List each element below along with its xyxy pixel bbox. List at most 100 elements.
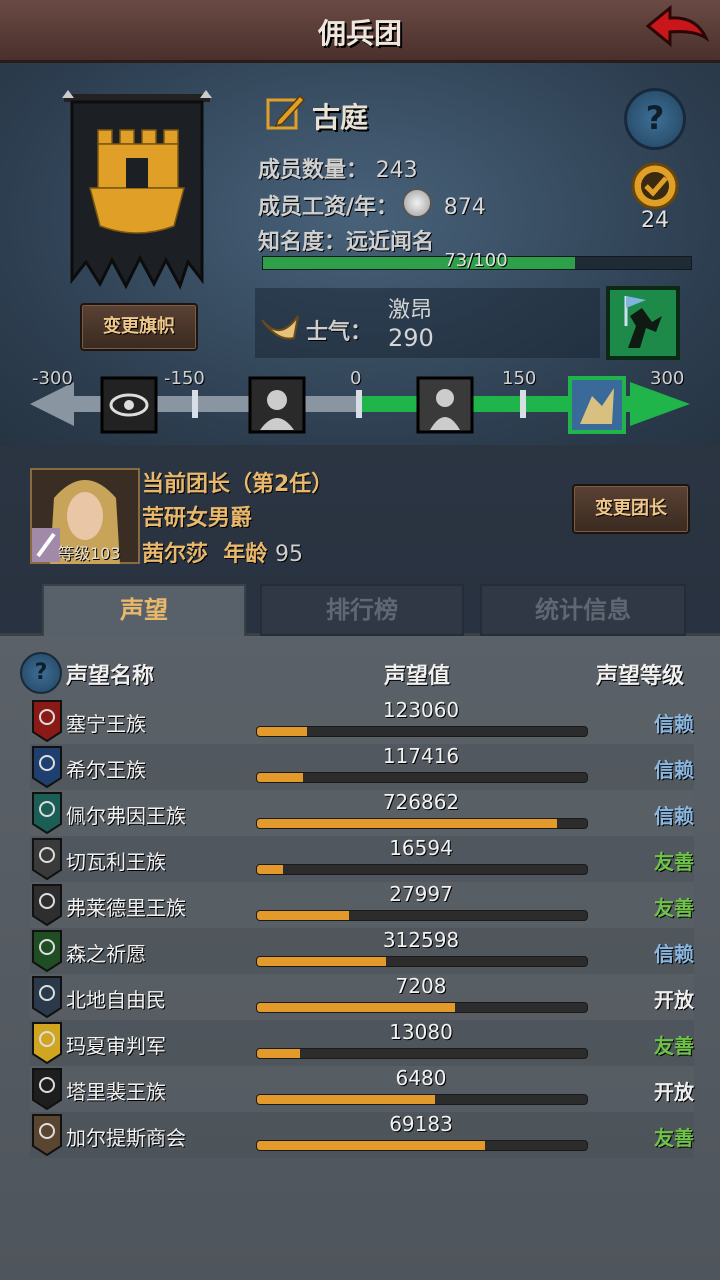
reputation-progress-fill xyxy=(257,957,386,966)
morale-tick-0: 0 xyxy=(350,368,362,389)
list-item[interactable]: 玛夏审判军 13080 友善 xyxy=(30,1020,694,1066)
members-row: 成员数量： 243 xyxy=(258,152,418,184)
reputation-progress-bar xyxy=(256,1140,588,1151)
reputation-progress-bar xyxy=(256,772,588,783)
reputation-progress-fill xyxy=(257,1049,300,1058)
list-item[interactable]: 切瓦利王族 16594 友善 xyxy=(30,836,694,882)
faction-name: 切瓦利王族 xyxy=(66,850,166,874)
reputation-progress-bar xyxy=(256,1094,588,1105)
faction-name: 希尔王族 xyxy=(66,758,146,782)
morale-calm-icon xyxy=(416,376,474,434)
reputation-level: 信赖 xyxy=(654,758,694,782)
list-item[interactable]: 弗莱德里王族 27997 友善 xyxy=(30,882,694,928)
reputation-level: 信赖 xyxy=(654,712,694,736)
reputation-value: 27997 xyxy=(389,882,453,906)
top-bar: 佣兵团 xyxy=(0,0,720,63)
leader-title: 当前团长（第2任） xyxy=(142,472,334,497)
wage-label: 成员工资/年： xyxy=(258,195,399,220)
faction-crest-icon xyxy=(32,838,62,880)
morale-excited-icon xyxy=(568,376,626,434)
leader-rank-title: 苦研女男爵 xyxy=(142,506,253,531)
page-title: 佣兵团 xyxy=(317,17,402,50)
leader-age-label: 年龄 xyxy=(223,542,268,567)
morale-tick-150: 150 xyxy=(502,368,537,389)
morale-despair-icon xyxy=(248,376,306,434)
tab-leaderboard[interactable]: 排行榜 xyxy=(260,584,464,636)
morale-label: 士气： xyxy=(306,320,373,345)
reputation-progress-bar xyxy=(256,818,588,829)
reputation-value: 117416 xyxy=(382,744,460,768)
faction-name: 加尔提斯商会 xyxy=(66,1126,186,1150)
leader-name-age: 茜尔莎 年龄 95 xyxy=(142,536,303,568)
col-header-name: 声望名称 xyxy=(66,664,155,689)
list-item[interactable]: 塔里裴王族 6480 开放 xyxy=(30,1066,694,1112)
faction-crest-icon xyxy=(32,700,62,742)
leader-level: 等级103 xyxy=(58,544,121,563)
faction-name: 森之祈愿 xyxy=(66,942,146,966)
reputation-progress-fill xyxy=(257,727,307,736)
fame-progress-text: 73/100 xyxy=(444,250,508,271)
reputation-progress-bar xyxy=(256,864,588,875)
help-button[interactable]: ? xyxy=(624,88,686,150)
faction-crest-icon xyxy=(32,792,62,834)
faction-crest-icon xyxy=(32,884,62,926)
faction-crest-icon xyxy=(32,930,62,972)
guild-banner-icon xyxy=(62,90,212,290)
reputation-progress-fill xyxy=(257,1095,436,1104)
reputation-progress-fill xyxy=(257,911,350,920)
reputation-progress-fill xyxy=(257,1141,485,1150)
reputation-progress-fill xyxy=(257,1003,455,1012)
reputation-progress-fill xyxy=(257,819,558,828)
guild-name: 古庭 xyxy=(312,101,369,134)
morale-state: 激昂 xyxy=(388,298,433,323)
back-arrow-icon[interactable] xyxy=(644,4,710,56)
list-item[interactable]: 佩尔弗因王族 726862 信赖 xyxy=(30,790,694,836)
reputation-level: 信赖 xyxy=(654,804,694,828)
reputation-level: 开放 xyxy=(654,1080,694,1104)
list-item[interactable]: 希尔王族 117416 信赖 xyxy=(30,744,694,790)
tab-reputation[interactable]: 声望 xyxy=(42,584,246,638)
faction-name: 玛夏审判军 xyxy=(66,1034,166,1058)
list-item[interactable]: 森之祈愿 312598 信赖 xyxy=(30,928,694,974)
morale-tick-minus300: -300 xyxy=(32,368,73,389)
list-item[interactable]: 塞宁王族 123060 信赖 xyxy=(30,698,694,744)
reputation-value: 726862 xyxy=(382,790,460,814)
leader-age-value: 95 xyxy=(275,542,304,567)
morale-tick-minus150: -150 xyxy=(164,368,205,389)
faction-crest-icon xyxy=(32,1068,62,1110)
reputation-progress-fill xyxy=(257,865,284,874)
faction-name: 塔里裴王族 xyxy=(66,1080,166,1104)
reputation-help-button[interactable]: ? xyxy=(20,652,62,694)
col-header-value: 声望值 xyxy=(384,664,451,689)
reputation-value: 7208 xyxy=(395,974,447,998)
faction-crest-icon xyxy=(32,976,62,1018)
list-item[interactable]: 加尔提斯商会 69183 友善 xyxy=(30,1112,694,1158)
change-banner-button[interactable]: 变更旗帜 xyxy=(80,303,198,351)
reputation-level: 友善 xyxy=(654,1034,694,1058)
change-leader-button[interactable]: 变更团长 xyxy=(572,484,690,534)
col-header-level: 声望等级 xyxy=(596,664,685,689)
reputation-progress-bar xyxy=(256,956,588,967)
reputation-progress-fill xyxy=(257,773,304,782)
reputation-progress-bar xyxy=(256,1048,588,1059)
reputation-level: 友善 xyxy=(654,1126,694,1150)
edit-name-icon[interactable] xyxy=(266,92,306,132)
reputation-value: 123060 xyxy=(382,698,460,722)
reputation-level: 友善 xyxy=(654,896,694,920)
tab-statistics[interactable]: 统计信息 xyxy=(480,584,686,636)
reputation-level: 开放 xyxy=(654,988,694,1012)
faction-name: 弗莱德里王族 xyxy=(66,896,186,920)
reputation-value: 13080 xyxy=(389,1020,453,1044)
wage-value: 874 xyxy=(443,195,486,220)
list-item[interactable]: 北地自由民 7208 开放 xyxy=(30,974,694,1020)
morale-tick-300: 300 xyxy=(650,368,685,389)
morale-charge-icon[interactable] xyxy=(606,286,680,360)
faction-crest-icon xyxy=(32,1114,62,1156)
reputation-value: 312598 xyxy=(382,928,460,952)
reputation-value: 16594 xyxy=(389,836,453,860)
morale-value: 290 xyxy=(388,324,434,352)
wage-row: 成员工资/年： 874 xyxy=(258,188,486,221)
reputation-level: 友善 xyxy=(654,850,694,874)
rank-value: 24 xyxy=(641,208,669,233)
reputation-progress-bar xyxy=(256,1002,588,1013)
